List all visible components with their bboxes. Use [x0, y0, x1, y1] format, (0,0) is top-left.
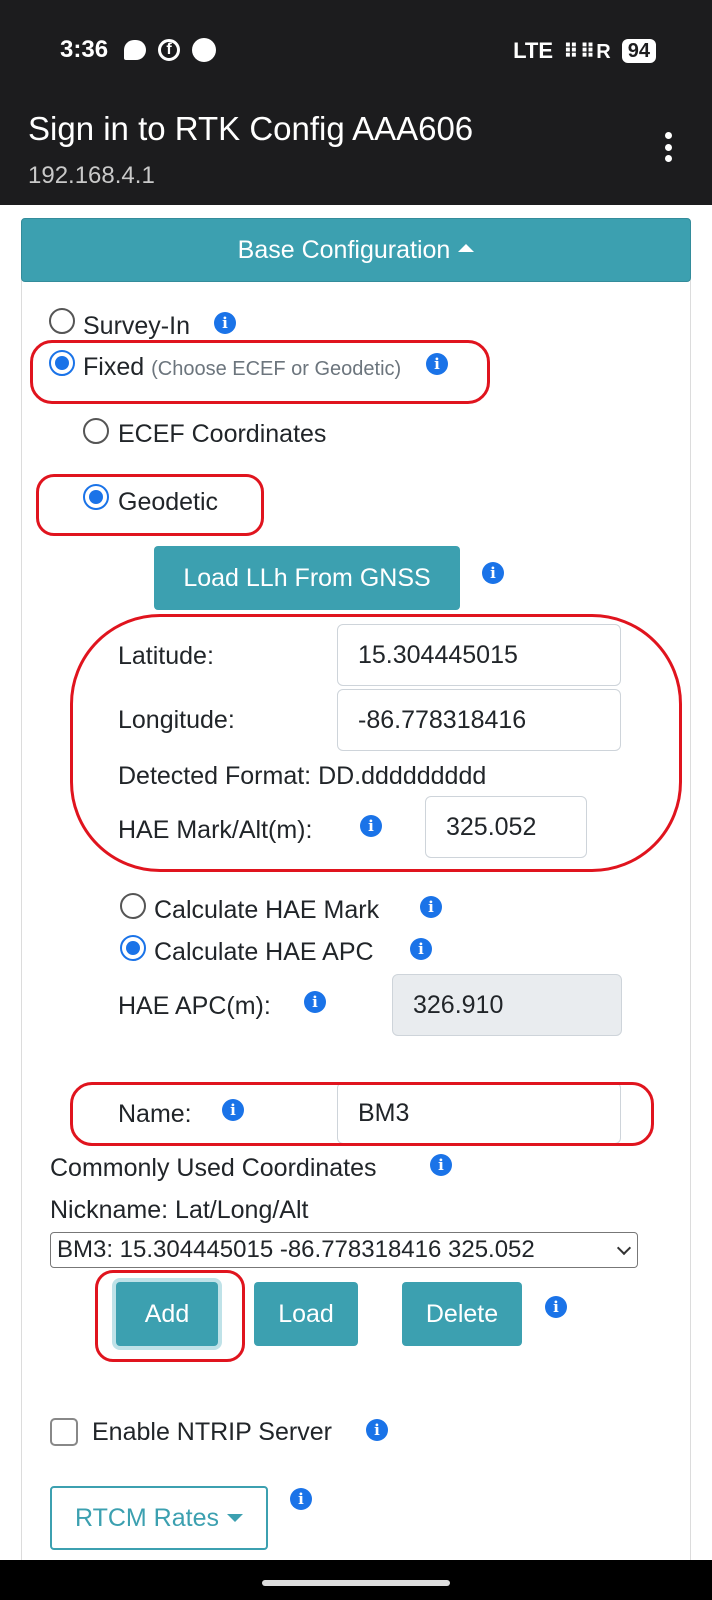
app-header: 3:36 f LTE ⠿⠿R 94 Sign in to RTK Config … [0, 0, 712, 205]
calc-hae-mark-label: Calculate HAE Mark [154, 896, 380, 924]
fixed-highlight [30, 340, 490, 404]
name-highlight [70, 1082, 654, 1146]
geodetic-highlight [36, 474, 264, 536]
load-button[interactable]: Load [254, 1282, 358, 1346]
rtcm-rates-info-icon[interactable]: i [290, 1488, 312, 1510]
survey-in-radio[interactable] [49, 308, 75, 334]
facebook-icon: f [158, 39, 180, 61]
base-config-label: Base Configuration [237, 235, 451, 264]
delete-button[interactable]: Delete [402, 1282, 522, 1346]
add-highlight [95, 1270, 245, 1362]
page-url: 192.168.4.1 [28, 162, 155, 189]
base-config-toggle-button[interactable]: Base Configuration [21, 218, 691, 282]
battery-level: 94 [621, 39, 656, 63]
calc-hae-mark-info-icon[interactable]: i [420, 896, 442, 918]
common-coords-label: Commonly Used Coordinates [50, 1154, 377, 1182]
load-llh-info-icon[interactable]: i [482, 562, 504, 584]
caret-up-icon [458, 244, 475, 252]
common-coords-info-icon[interactable]: i [430, 1154, 452, 1176]
rtcm-rates-button[interactable]: RTCM Rates [50, 1486, 268, 1550]
hae-apc-label: HAE APC(m): [118, 992, 271, 1020]
more-options-icon[interactable] [664, 132, 672, 162]
calc-hae-apc-info-icon[interactable]: i [410, 938, 432, 960]
enable-ntrip-info-icon[interactable]: i [366, 1419, 388, 1441]
load-llh-button[interactable]: Load LLh From GNSS [154, 546, 460, 610]
page-title: Sign in to RTK Config AAA606 [28, 110, 474, 147]
notification-icons: f [124, 38, 216, 62]
ecef-label: ECEF Coordinates [118, 420, 327, 448]
caret-down-icon [227, 1514, 243, 1522]
enable-ntrip-label: Enable NTRIP Server [92, 1418, 332, 1446]
calc-hae-mark-radio[interactable] [120, 893, 146, 919]
system-navigation-bar [0, 1560, 712, 1600]
survey-in-label: Survey-In [83, 312, 190, 340]
notification-dot-icon [192, 38, 216, 62]
selected-coordinate: BM3: 15.304445015 -86.778318416 325.052 [57, 1236, 535, 1263]
rtcm-rates-label: RTCM Rates [74, 1503, 219, 1532]
signal-icon: ⠿⠿R [563, 40, 612, 63]
chevron-down-icon [616, 1240, 632, 1256]
hae-apc-output: 326.910 [392, 974, 622, 1036]
common-coords-select[interactable]: BM3: 15.304445015 -86.778318416 325.052 [50, 1232, 638, 1268]
chat-icon [124, 40, 146, 60]
ecef-radio[interactable] [83, 418, 109, 444]
coords-actions-info-icon[interactable]: i [545, 1296, 567, 1318]
nickname-label: Nickname: Lat/Long/Alt [50, 1196, 309, 1224]
status-time: 3:36 [60, 36, 109, 63]
system-status: LTE ⠿⠿R 94 [513, 38, 656, 64]
network-type: LTE [513, 38, 554, 63]
enable-ntrip-checkbox[interactable] [50, 1418, 78, 1446]
coordinates-highlight [70, 614, 682, 872]
roaming-indicator: R [596, 40, 612, 63]
calc-hae-apc-radio[interactable] [120, 935, 146, 961]
hae-apc-info-icon[interactable]: i [304, 991, 326, 1013]
calc-hae-apc-label: Calculate HAE APC [154, 938, 374, 966]
survey-in-info-icon[interactable]: i [214, 312, 236, 334]
home-gesture-handle[interactable] [262, 1580, 450, 1586]
